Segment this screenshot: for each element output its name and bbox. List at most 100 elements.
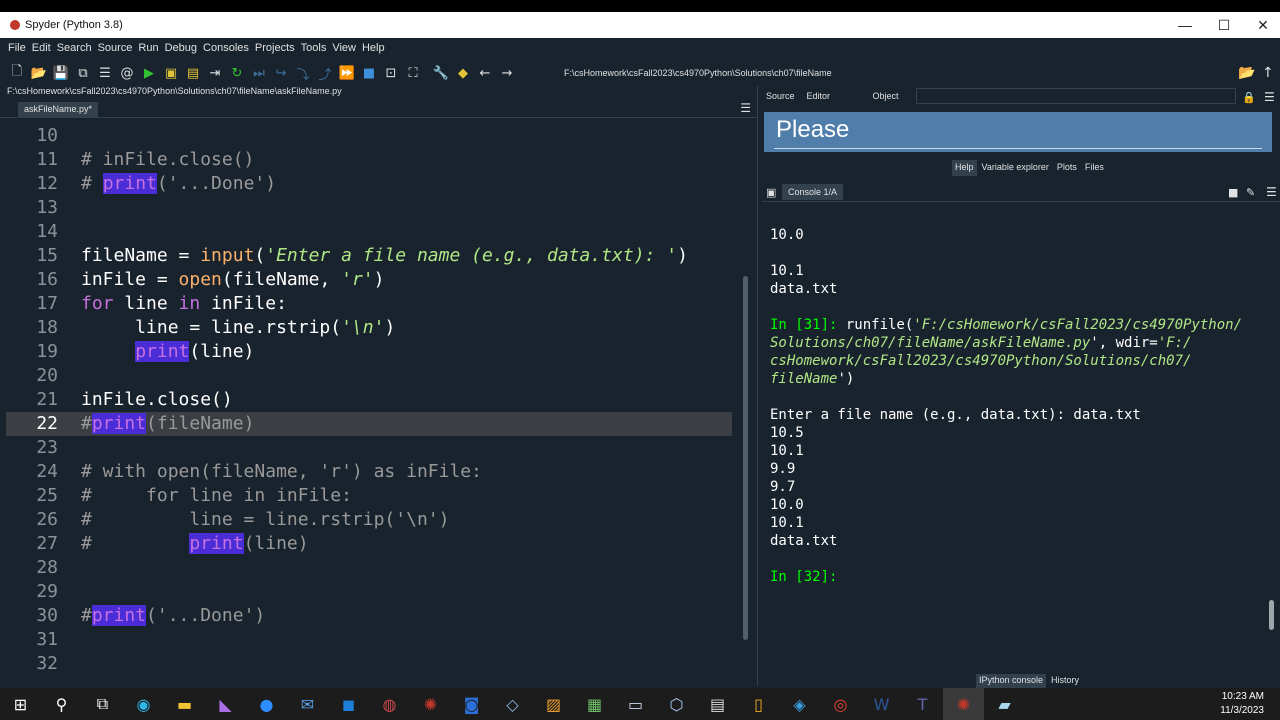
debug-icon[interactable]: ⏭ (248, 62, 270, 84)
at-icon[interactable]: @ (116, 62, 138, 84)
python-path-icon[interactable]: ◆ (452, 62, 474, 84)
visual-studio-icon[interactable]: ◣ (205, 688, 246, 720)
back-arrow-icon[interactable]: ← (474, 62, 496, 84)
stop-console-icon[interactable]: ■ (1228, 182, 1238, 202)
word-icon[interactable]: W (861, 688, 902, 720)
new-file-icon[interactable]: 🗋 (6, 62, 28, 84)
save-all-icon[interactable]: ⧉ (72, 62, 94, 84)
maximize-button[interactable]: ☐ (1204, 12, 1244, 38)
app-icon[interactable]: ◍ (369, 688, 410, 720)
console-line: csHomework/csFall2023/cs4970Python/Solut… (770, 353, 1192, 369)
mail-icon[interactable]: ✉ (287, 688, 328, 720)
menu-consoles[interactable]: Consoles (203, 42, 249, 54)
blender-icon[interactable]: ◈ (779, 688, 820, 720)
cube-app-icon[interactable]: ⬡ (656, 688, 697, 720)
working-directory-field[interactable]: F:\csHomework\csFall2023\cs4970Python\So… (560, 63, 1232, 83)
spyder-taskbar-icon[interactable]: ✺ (943, 688, 984, 720)
outlook-icon[interactable]: ◼ (328, 688, 369, 720)
tab-history[interactable]: History (1048, 674, 1082, 688)
menu-edit[interactable]: Edit (32, 42, 51, 54)
terminal-icon[interactable]: ▤ (697, 688, 738, 720)
run-cell-advance-icon[interactable]: ▤ (182, 62, 204, 84)
windows-taskbar: ⊞ ⚲ ⧉ ◉ ▬ ◣ ● ✉ ◼ ◍ ✺ ◙ ◇ ▨ ▦ ▭ ⬡ ▤ ▯ ◈ … (0, 688, 1280, 720)
console-tab[interactable]: Console 1/A (782, 184, 844, 200)
file-explorer-icon[interactable]: ▬ (164, 688, 205, 720)
code-line: 13 (36, 197, 58, 218)
code-line: 31 (36, 629, 58, 650)
browse-folder-icon[interactable]: 📂 (1238, 62, 1255, 84)
code-line: 25 # for line in inFile: (36, 485, 352, 506)
parent-directory-icon[interactable]: ↑ (1262, 62, 1274, 84)
code-line: 21 inFile.close() (36, 389, 233, 410)
list-icon[interactable]: ☰ (94, 62, 116, 84)
step-return-icon[interactable]: ⤴ (314, 62, 336, 84)
run-cell-icon[interactable]: ▣ (160, 62, 182, 84)
teams-icon[interactable]: T (902, 688, 943, 720)
clear-console-icon[interactable]: ✎ (1246, 182, 1255, 202)
minimize-button[interactable]: — (1165, 12, 1205, 38)
search-icon[interactable]: ⚲ (41, 688, 82, 720)
fullscreen-icon[interactable]: ⛶ (402, 62, 424, 84)
spyder-app-icon[interactable]: ✺ (410, 688, 451, 720)
remote-desktop-icon[interactable]: ▭ (615, 688, 656, 720)
code-line: 19 print(line) (36, 341, 255, 362)
ipython-console[interactable]: 10.0 10.1 data.txt In [31]: runfile('F:/… (764, 204, 1266, 674)
windows-start-icon[interactable]: ⊞ (0, 688, 41, 720)
wrench-icon[interactable]: 🔧 (430, 62, 452, 84)
run-selection-icon[interactable]: ⇥ (204, 62, 226, 84)
code-line: 30 #print('...Done') (36, 605, 266, 626)
console-options-icon[interactable]: ☰ (1266, 182, 1277, 202)
menu-tools[interactable]: Tools (301, 42, 327, 54)
help-options-icon[interactable]: ☰ (1264, 86, 1275, 108)
notes-app-icon[interactable]: ▰ (984, 688, 1025, 720)
current-code-line: 22 #print(fileName) (6, 412, 732, 436)
editor-tab-bar: askFileName.py* ☰ (0, 100, 757, 118)
menu-search[interactable]: Search (57, 42, 92, 54)
notepad-icon[interactable]: ▦ (574, 688, 615, 720)
object-input[interactable] (916, 88, 1236, 104)
editor-options-icon[interactable]: ☰ (740, 101, 751, 115)
forward-arrow-icon[interactable]: → (496, 62, 518, 84)
lock-icon[interactable]: 🔒 (1242, 86, 1256, 108)
menu-debug[interactable]: Debug (165, 42, 197, 54)
zoom-icon[interactable]: ● (246, 688, 287, 720)
save-icon[interactable]: 💾 (50, 62, 72, 84)
tab-files[interactable]: Files (1082, 160, 1107, 176)
open-file-icon[interactable]: 📂 (28, 62, 50, 84)
editor-tab-askfilename[interactable]: askFileName.py* (18, 102, 98, 117)
task-view-icon[interactable]: ⧉ (82, 688, 123, 720)
word-app-icon[interactable]: ◙ (451, 688, 492, 720)
virtualbox-icon[interactable]: ◇ (492, 688, 533, 720)
close-button[interactable]: ✕ (1243, 12, 1280, 38)
continue-icon[interactable]: ⏩ (336, 62, 358, 84)
system-clock[interactable]: 10:23 AM 11/3/2023 (1220, 690, 1264, 718)
step-icon[interactable]: ↪ (270, 62, 292, 84)
tab-variable-explorer[interactable]: Variable explorer (979, 160, 1052, 176)
step-into-icon[interactable]: ⤵ (292, 62, 314, 84)
console-scrollbar[interactable] (1269, 600, 1274, 630)
code-editor[interactable]: 10 11 # inFile.close() 12 # print('...Done… (6, 122, 750, 682)
editor-file-path: F:\csHomework\csFall2023\cs4970Python\So… (7, 86, 342, 96)
sticky-notes-icon[interactable]: ▯ (738, 688, 779, 720)
menu-projects[interactable]: Projects (255, 42, 295, 54)
tab-ipython-console[interactable]: IPython console (976, 674, 1047, 688)
tab-help[interactable]: Help (952, 160, 977, 176)
tab-plots[interactable]: Plots (1054, 160, 1080, 176)
code-line: 15 fileName = input('Enter a file name (e… (36, 245, 688, 266)
edge-browser-icon[interactable]: ◉ (123, 688, 164, 720)
menu-help[interactable]: Help (362, 42, 385, 54)
stop-icon[interactable]: ■ (358, 62, 380, 84)
editor-scrollbar[interactable] (743, 276, 748, 640)
code-line: 29 (36, 581, 58, 602)
sublime-text-icon[interactable]: ▨ (533, 688, 574, 720)
pane-splitter[interactable] (757, 86, 761, 686)
source-combobox[interactable]: Editor (807, 91, 859, 101)
chrome-icon[interactable]: ◎ (820, 688, 861, 720)
menu-source[interactable]: Source (98, 42, 133, 54)
maximize-pane-icon[interactable]: ⊡ (380, 62, 402, 84)
run-icon[interactable]: ▶ (138, 62, 160, 84)
menu-file[interactable]: File (8, 42, 26, 54)
rerun-icon[interactable]: ↻ (226, 62, 248, 84)
menu-run[interactable]: Run (138, 42, 158, 54)
menu-view[interactable]: View (332, 42, 356, 54)
